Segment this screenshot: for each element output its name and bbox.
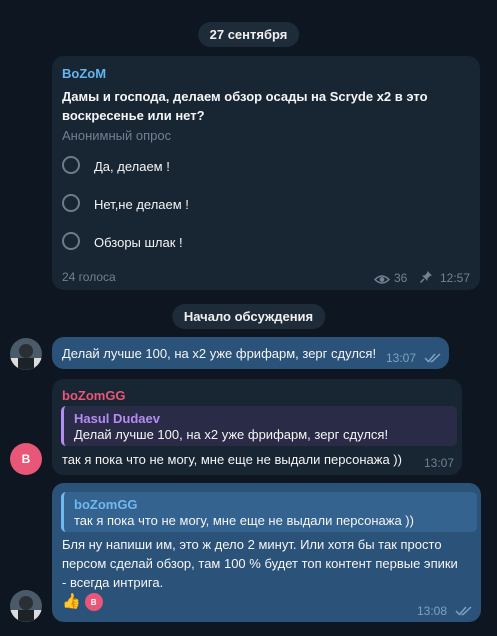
poll-views-count: 36 <box>394 271 408 285</box>
reply-quote[interactable]: Hasul Dudaev Делай лучше 100, на x2 уже … <box>61 406 457 446</box>
pin-icon <box>419 270 433 289</box>
radio-button[interactable] <box>62 232 80 250</box>
radio-button[interactable] <box>62 194 80 212</box>
reply-quote[interactable]: boZomGG так я пока что не могу, мне еще … <box>61 492 477 532</box>
reaction[interactable]: 👍 B <box>62 593 103 611</box>
avatar[interactable] <box>10 338 42 370</box>
avatar[interactable]: B <box>10 443 42 475</box>
quote-author: Hasul Dudaev <box>74 411 160 426</box>
poll-option-label: Да, делаем ! <box>94 159 170 174</box>
message-time: 13:07 <box>386 351 417 365</box>
message-text: Делай лучше 100, на x2 уже фрифарм, зерг… <box>62 346 377 361</box>
poll-message[interactable]: BoZoM Дамы и господа, делаем обзор осады… <box>52 56 480 290</box>
discussion-start-separator: Начало обсуждения <box>171 304 326 329</box>
message-time: 13:08 <box>417 604 448 618</box>
poll-votes-count: 24 голоса <box>62 270 116 284</box>
quote-author: boZomGG <box>74 497 138 512</box>
incoming-message[interactable]: boZomGG Hasul Dudaev Делай лучше 100, на… <box>52 379 462 475</box>
outgoing-message[interactable]: Делай лучше 100, на x2 уже фрифарм, зерг… <box>52 337 449 369</box>
poll-sender[interactable]: BoZoM <box>62 66 106 81</box>
message-text: Бля ну напиши им, это ж дело 2 минут. Ил… <box>62 537 458 590</box>
outgoing-message[interactable]: boZomGG так я пока что не могу, мне еще … <box>52 483 481 622</box>
poll-type-label: Анонимный опрос <box>62 128 172 143</box>
quote-text: так я пока что не могу, мне еще не выдал… <box>74 513 414 528</box>
poll-option-label: Нет,не делаем ! <box>94 197 189 212</box>
message-time: 12:57 <box>440 271 471 285</box>
radio-button[interactable] <box>62 156 80 174</box>
double-check-icon <box>455 603 473 621</box>
message-text: так я пока что не могу, мне еще не выдал… <box>62 452 402 467</box>
date-separator: 27 сентября <box>197 22 300 47</box>
poll-option-label: Обзоры шлак ! <box>94 235 183 250</box>
message-time: 13:07 <box>424 456 455 470</box>
eye-icon <box>373 272 391 290</box>
poll-question: Дамы и господа, делаем обзор осады на Sc… <box>62 89 428 123</box>
thumbs-up-icon: 👍 <box>62 593 81 610</box>
quote-text: Делай лучше 100, на x2 уже фрифарм, зерг… <box>74 427 389 442</box>
double-check-icon <box>424 350 442 368</box>
reaction-avatar: B <box>84 593 103 611</box>
message-sender[interactable]: boZomGG <box>62 388 126 403</box>
avatar[interactable] <box>10 590 42 622</box>
